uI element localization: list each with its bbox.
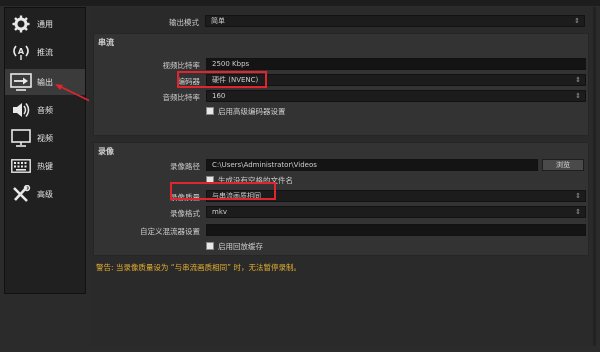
keyboard-icon	[9, 156, 33, 176]
output-mode-select[interactable]: 简单 ⇕	[205, 15, 585, 27]
output-icon	[9, 72, 33, 92]
recording-format-label: 录像格式	[170, 209, 200, 218]
sidebar-item-hotkeys[interactable]: 热键	[5, 153, 85, 179]
speaker-icon	[9, 100, 33, 120]
tools-icon	[9, 184, 33, 204]
video-bitrate-label: 视频比特率	[162, 61, 201, 70]
replay-buffer-checkbox[interactable]	[206, 242, 214, 250]
recording-path-label: 录像路径	[170, 162, 200, 171]
broadcast-icon: A	[9, 42, 33, 62]
video-bitrate-input[interactable]: 2500 Kbps	[206, 58, 586, 70]
recording-group: 录像 录像路径 C:\Users\Administrator\Videos 浏览…	[93, 142, 589, 256]
recording-path-input[interactable]: C:\Users\Administrator\Videos	[206, 159, 538, 171]
audio-bitrate-value: 160	[212, 92, 226, 100]
updown-arrow-icon: ⇕	[575, 208, 581, 216]
sidebar-item-label: 高级	[37, 189, 53, 199]
recording-format-value: mkv	[212, 208, 228, 216]
warning-text: 警告: 当录像质量设为 “与串流画质相同” 时，无法暂停录制。	[96, 263, 301, 272]
streaming-group: 串流 视频比特率 2500 Kbps 编码器 硬件 (NVENC) ⇕ 音频比特…	[93, 33, 589, 136]
recording-path-value: C:\Users\Administrator\Videos	[212, 161, 317, 169]
audio-bitrate-select[interactable]: 160 ⇕	[206, 90, 586, 102]
recording-format-select[interactable]: mkv ⇕	[206, 206, 586, 218]
settings-content: 输出模式 简单 ⇕ 串流 视频比特率 2500 Kbps 编码器 硬件 (NVE…	[89, 7, 596, 346]
quality-highlight-box	[170, 182, 276, 200]
sidebar-item-advanced[interactable]: 高级	[5, 181, 85, 207]
output-mode-value: 简单	[211, 17, 225, 25]
scrollbar[interactable]	[593, 7, 596, 346]
advanced-encoder-checkbox[interactable]	[206, 107, 214, 115]
sidebar-item-label: 热键	[37, 161, 53, 171]
sidebar-item-general[interactable]: 通用	[5, 11, 85, 37]
encoder-highlight-box	[177, 71, 267, 88]
output-mode-label: 输出模式	[169, 18, 199, 27]
svg-text:A: A	[18, 47, 25, 56]
sidebar-item-label: 音频	[37, 105, 53, 115]
replay-buffer-checkbox-label: 启用回放缓存	[218, 242, 263, 251]
audio-bitrate-label: 音频比特率	[162, 93, 201, 102]
recording-group-title: 录像	[98, 147, 114, 156]
monitor-icon	[9, 128, 33, 148]
updown-arrow-icon: ⇕	[575, 192, 581, 200]
custom-muxer-input[interactable]	[206, 224, 586, 236]
browse-button[interactable]: 浏览	[542, 159, 584, 171]
video-bitrate-value: 2500 Kbps	[212, 60, 250, 68]
gear-icon	[9, 14, 33, 34]
sidebar-item-label: 通用	[37, 19, 53, 29]
window-top-edge	[0, 0, 600, 6]
custom-muxer-label: 自定义混流器设置	[140, 227, 200, 236]
sidebar-item-label: 推流	[37, 47, 53, 57]
sidebar-item-label: 视频	[37, 133, 53, 143]
updown-arrow-icon: ⇕	[575, 76, 581, 84]
sidebar-item-video[interactable]: 视频	[5, 125, 85, 151]
streaming-group-title: 串流	[98, 38, 114, 47]
advanced-encoder-checkbox-label: 启用高级编码器设置	[218, 107, 286, 116]
sidebar-item-stream[interactable]: A 推流	[5, 39, 85, 65]
settings-sidebar: 通用 A 推流 输出 音频 视频 热键 高级	[4, 7, 86, 294]
updown-arrow-icon: ⇕	[575, 92, 581, 100]
updown-arrow-icon: ⇕	[574, 17, 580, 25]
